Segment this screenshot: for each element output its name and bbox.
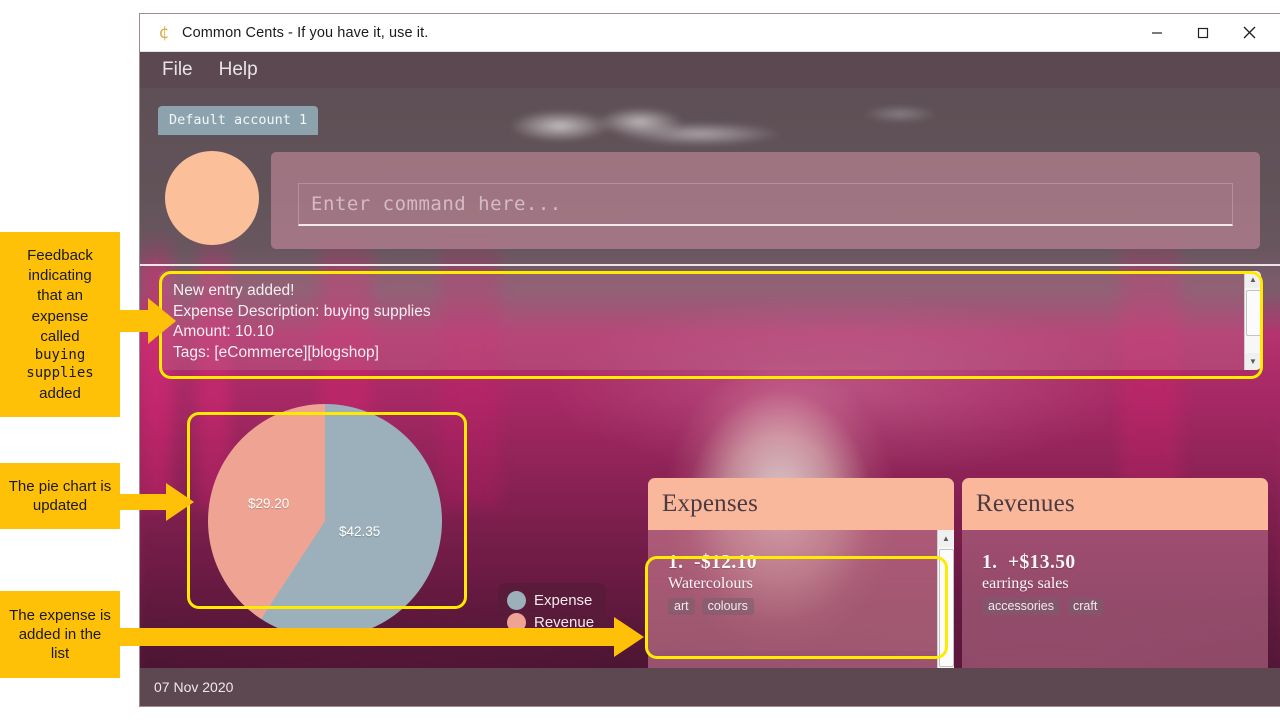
scroll-down-icon[interactable]: ▼: [1244, 353, 1261, 370]
tag[interactable]: art: [668, 598, 695, 615]
command-input-placeholder: Enter command here...: [311, 193, 562, 215]
annotation-feedback-mono: buying supplies: [26, 346, 94, 381]
annotation-feedback-line3: that an: [37, 287, 83, 305]
command-input[interactable]: Enter command here...: [298, 183, 1233, 226]
list-item[interactable]: 1. -$12.10 Watercolours art colours: [648, 530, 954, 627]
feedback-line-4: Tags: [eCommerce][blogshop]: [173, 343, 379, 361]
annotation-list: The expense is added in the list: [0, 591, 120, 678]
content-area: Default account 1 Enter command here... …: [140, 88, 1280, 706]
minimize-button[interactable]: [1134, 14, 1180, 51]
menu-item-file[interactable]: File: [162, 59, 193, 81]
pie-label-expense: $42.35: [339, 524, 381, 539]
screenshot-root: Feedback indicating that an expense call…: [0, 0, 1280, 720]
legend-color-swatch-expense: [507, 591, 526, 610]
feedback-line-3: Amount: 10.10: [173, 323, 274, 340]
expense-value-1: -$12.10: [694, 552, 757, 573]
revenues-panel-header: Revenues: [962, 478, 1268, 530]
annotation-feedback-line1: Feedback: [27, 247, 93, 265]
avatar: [165, 151, 259, 245]
tag[interactable]: craft: [1067, 598, 1104, 615]
expense-tags-1: art colours: [668, 598, 938, 615]
expense-amount-1: 1. -$12.10: [668, 552, 938, 574]
annotation-list-text: The expense is added in the list: [9, 606, 111, 663]
expenses-panel-header: Expenses: [648, 478, 954, 530]
scroll-up-icon[interactable]: ▲: [1244, 271, 1261, 288]
app-window: ¢ Common Cents - If you have it, use it.…: [140, 14, 1280, 706]
expense-description-1: Watercolours: [668, 575, 753, 592]
feedback-line-2: Expense Description: buying supplies: [173, 302, 431, 320]
status-date: 07 Nov 2020: [154, 679, 234, 695]
expense-index-1: 1.: [668, 552, 684, 573]
revenues-title: Revenues: [976, 490, 1075, 517]
feedback-scrollbar[interactable]: ▲ ▼: [1244, 271, 1261, 370]
scroll-track[interactable]: [1244, 288, 1261, 353]
feedback-line-1: New entry added!: [173, 282, 295, 299]
maximize-button[interactable]: [1180, 14, 1226, 51]
annotation-pie: The pie chart is updated: [0, 463, 120, 529]
tag[interactable]: accessories: [982, 598, 1060, 615]
pie-chart: $29.20 $42.35: [188, 396, 478, 646]
pie-chart-graphic: $29.20 $42.35: [208, 404, 442, 638]
pie-label-revenue: $29.20: [248, 496, 290, 511]
annotation-feedback-line5: called: [40, 327, 80, 345]
scroll-thumb[interactable]: [938, 549, 954, 667]
window-title: Common Cents - If you have it, use it.: [182, 24, 429, 41]
annotation-feedback: Feedback indicating that an expense call…: [0, 232, 120, 417]
annotation-arrow-feedback: [118, 298, 176, 344]
command-panel: Enter command here...: [271, 152, 1260, 249]
list-item[interactable]: 1. +$13.50 earrings sales accessories cr…: [962, 530, 1268, 627]
revenue-index-1: 1.: [982, 552, 998, 573]
menu-bar: File Help: [140, 52, 1280, 88]
scroll-up-icon[interactable]: ▲: [937, 530, 954, 547]
annotation-pie-text: The pie chart is updated: [8, 477, 112, 514]
feedback-text: New entry added! Expense Description: bu…: [159, 271, 1261, 363]
menu-item-help[interactable]: Help: [219, 59, 258, 81]
revenue-amount-1: 1. +$13.50: [982, 552, 1252, 574]
annotation-feedback-line6: added: [39, 384, 81, 402]
status-bar: 07 Nov 2020: [140, 668, 1280, 706]
account-tab[interactable]: Default account 1: [158, 106, 319, 135]
revenue-value-1: +$13.50: [1008, 552, 1076, 573]
revenue-tags-1: accessories craft: [982, 598, 1252, 615]
annotation-feedback-line2: indicating: [28, 267, 92, 285]
title-bar: ¢ Common Cents - If you have it, use it.: [140, 14, 1280, 52]
legend-label-expense: Expense: [534, 592, 593, 609]
scroll-thumb[interactable]: [1245, 290, 1261, 336]
revenue-description-1: earrings sales: [982, 575, 1069, 592]
annotation-arrow-list: [118, 617, 644, 657]
cent-icon: ¢: [158, 22, 170, 43]
feedback-panel: New entry added! Expense Description: bu…: [159, 271, 1261, 370]
tag[interactable]: colours: [701, 598, 754, 615]
annotation-feedback-line4: expense: [31, 307, 89, 325]
divider: [140, 264, 1280, 266]
expenses-title: Expenses: [662, 490, 759, 517]
annotation-arrow-pie: [118, 483, 194, 521]
close-button[interactable]: [1226, 14, 1272, 51]
legend-entry-expense: Expense: [507, 591, 594, 610]
